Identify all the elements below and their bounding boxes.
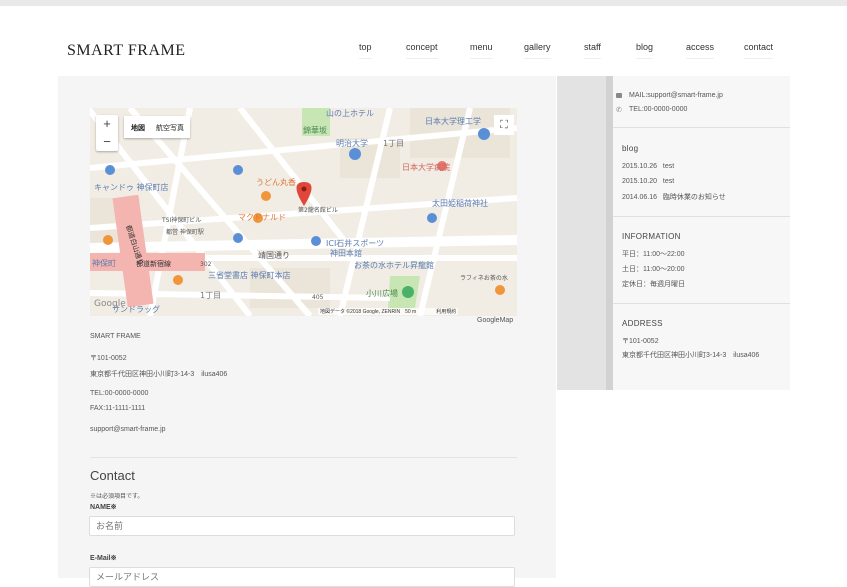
email-label: E-Mail※ [90, 555, 117, 562]
map-credit[interactable]: 地図データ ©2018 Google, ZENRIN 50 m 利用規約 [318, 308, 459, 315]
poi-shop[interactable] [233, 233, 243, 243]
blog-date: 2014.06.16 [622, 194, 658, 201]
blog-date: 2015.10.20 [622, 178, 658, 185]
poi-university[interactable] [349, 148, 361, 160]
poi-restaurant[interactable] [173, 275, 183, 285]
hours-weekend: 土日：11:00〜20:00 [622, 266, 685, 273]
address-zip: 〒101-0052 [622, 338, 659, 345]
poi-shop[interactable] [311, 236, 321, 246]
map-type-map-button[interactable]: 地図 [131, 123, 145, 133]
map-label: 靖国通り [258, 250, 290, 260]
required-note: ※は必須項目です。 [90, 494, 144, 500]
map-label: キャンドゥ 神保町店 [94, 182, 169, 192]
site-logo[interactable]: SMART FRAME [67, 42, 186, 60]
map-label: 日本大学理工学 [425, 116, 481, 126]
zoom-in-button[interactable]: + [96, 115, 118, 133]
map-type-satellite-button[interactable]: 航空写真 [156, 123, 184, 133]
blog-item[interactable]: 2015.10.20 test [622, 178, 674, 185]
nav-top[interactable]: top [359, 42, 372, 59]
poi-shop[interactable] [233, 165, 243, 175]
googlemap-link[interactable]: GoogleMap [477, 317, 513, 324]
blog-item-title[interactable]: test [663, 163, 674, 170]
map-label: 1丁目 [200, 291, 221, 300]
map-label: 日本大学病院 [402, 162, 450, 172]
poi-university[interactable] [478, 128, 490, 140]
company-name: SMART FRAME [90, 333, 141, 340]
map-label: 神田本館 [330, 248, 362, 258]
map-label: 三省堂書店 神保町本店 [208, 270, 291, 280]
map-label: 小川広場 [366, 288, 398, 298]
company-address: 東京都千代田区神田小川町3-14-3 ilusa406 [90, 371, 228, 378]
map-label: 第2龍名館ビル [298, 206, 338, 214]
fullscreen-icon[interactable]: ⛶ [494, 115, 514, 135]
google-map[interactable]: 山の上ホテル 錦華坂 明治大学 1丁目 日本大学理工学 日本大学病院 うどん丸香… [90, 108, 517, 316]
map-label: ICI石井スポーツ [326, 238, 384, 248]
closed-day: 定休日：毎週月曜日 [622, 281, 685, 288]
map-label: TSI神保町ビル [161, 216, 201, 224]
blog-date: 2015.10.26 [622, 163, 658, 170]
sidebar-mail[interactable]: MAIL:support@smart-frame.jp [629, 92, 723, 99]
blog-item-title[interactable]: test [663, 178, 674, 185]
map-canvas: 山の上ホテル 錦華坂 明治大学 1丁目 日本大学理工学 日本大学病院 うどん丸香… [90, 108, 517, 316]
hours-weekday: 平日：11:00〜22:00 [622, 251, 685, 258]
sidebar-gutter [557, 76, 606, 390]
map-label: お茶の水ホテル昇龍館 [354, 260, 434, 270]
google-watermark: Google [94, 299, 126, 309]
company-email[interactable]: support@smart-frame.jp [90, 426, 166, 433]
poi-restaurant[interactable] [103, 235, 113, 245]
poi-restaurant[interactable] [495, 285, 505, 295]
nav-menu[interactable]: menu [470, 42, 493, 59]
map-label: 明治大学 [336, 138, 368, 148]
sidebar-divider [613, 127, 790, 128]
map-zoom-control: + − [96, 115, 118, 151]
blog-item[interactable]: 2014.06.16 臨時休業のお知らせ [622, 192, 726, 202]
phone-icon: ✆ [616, 107, 622, 114]
section-divider [90, 457, 517, 458]
contact-title: Contact [90, 468, 135, 483]
blog-title: blog [622, 144, 639, 153]
poi-shrine[interactable] [427, 213, 437, 223]
browser-top-strip [0, 0, 847, 6]
nav-blog[interactable]: blog [636, 42, 654, 59]
main-nav: top concept menu gallery staff blog acce… [340, 42, 780, 62]
company-tel: TEL:00-0000-0000 [90, 390, 149, 397]
map-type-control: 地図 航空写真 [124, 116, 190, 138]
map-label: 神保町 [92, 258, 116, 268]
nav-access[interactable]: access [686, 42, 715, 59]
sidebar-accent-bar [606, 76, 613, 390]
map-label: 405 [312, 294, 324, 301]
mail-icon [616, 93, 622, 98]
blog-item[interactable]: 2015.10.26 test [622, 163, 674, 170]
map-label: 錦華坂 [303, 125, 327, 135]
blog-item-title[interactable]: 臨時休業のお知らせ [663, 194, 726, 201]
location-pin-icon[interactable] [296, 182, 312, 206]
poi-shop[interactable] [105, 165, 115, 175]
map-label: マクドナルド [238, 213, 286, 222]
nav-contact[interactable]: contact [744, 42, 774, 59]
name-input[interactable] [89, 516, 515, 536]
map-label: 302 [200, 261, 212, 268]
poi-park[interactable] [402, 286, 414, 298]
company-zip: 〒101-0052 [90, 355, 127, 362]
sidebar-tel: TEL:00-0000-0000 [629, 106, 688, 113]
map-label: 山の上ホテル [326, 108, 374, 118]
map-label: ラフィネお茶の水 [460, 274, 508, 282]
email-input[interactable] [89, 567, 515, 587]
zoom-out-button[interactable]: − [96, 133, 118, 151]
map-label: うどん丸香 [256, 177, 296, 187]
sidebar-divider [613, 303, 790, 304]
nav-concept[interactable]: concept [406, 42, 438, 59]
map-label: 太田姫稲荷神社 [432, 198, 488, 208]
nav-gallery[interactable]: gallery [524, 42, 551, 59]
information-title: INFORMATION [622, 232, 681, 241]
poi-restaurant[interactable] [261, 191, 271, 201]
nav-staff[interactable]: staff [584, 42, 601, 59]
company-fax: FAX:11-1111-1111 [90, 405, 146, 412]
name-label: NAME※ [90, 504, 117, 511]
address-title: ADDRESS [622, 319, 663, 328]
map-label: 都営 神保町駅 [166, 228, 204, 236]
address-line: 東京都千代田区神田小川町3-14-3 ilusa406 [622, 352, 760, 359]
sidebar-divider [613, 216, 790, 217]
map-label: 1丁目 [383, 139, 404, 148]
